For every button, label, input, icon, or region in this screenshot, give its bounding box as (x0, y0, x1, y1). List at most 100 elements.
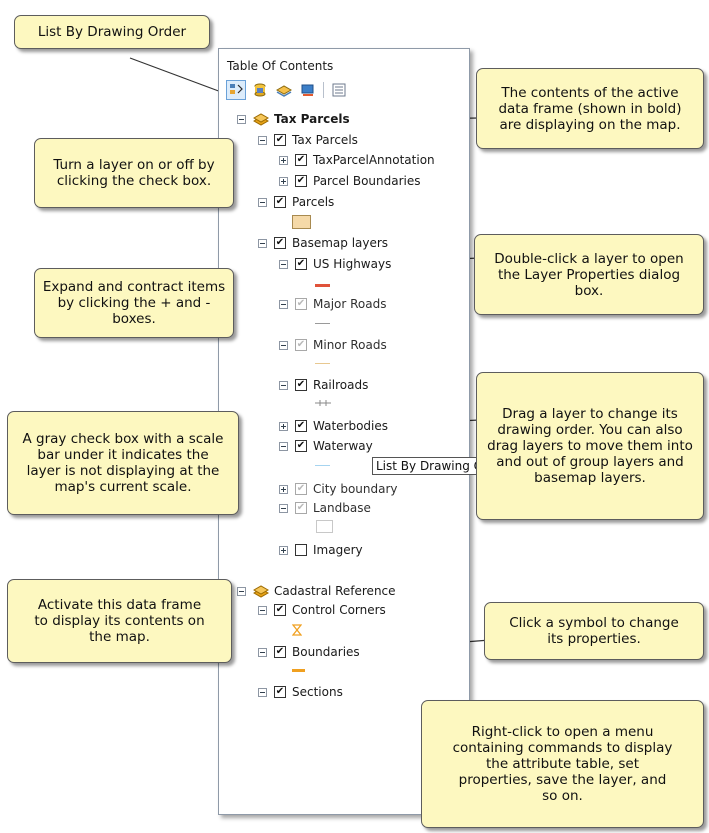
layer-checkbox[interactable]: ✔ (274, 686, 286, 698)
layer-checkbox-gray[interactable]: ✔ (295, 483, 307, 495)
layer-checkbox[interactable]: ✔ (274, 134, 286, 146)
callout-double-click: Double-click a layer to open the Layer P… (474, 234, 704, 315)
railroad-symbol[interactable] (315, 400, 331, 406)
tree-label: Boundaries (292, 645, 360, 659)
callout-drag-layer: Drag a layer to change its drawing order… (476, 372, 704, 520)
tree-label: Landbase (313, 501, 371, 515)
selection-icon[interactable] (299, 81, 317, 99)
list-drawing-order-icon[interactable] (226, 80, 246, 100)
expand-box[interactable] (279, 176, 288, 186)
major-roads-symbol[interactable] (315, 323, 330, 324)
tree-label: Railroads (313, 378, 369, 392)
tree-item-tax-parcels-frame[interactable]: Tax Parcels (237, 111, 350, 127)
callout-active-frame: The contents of the active data frame (s… (476, 68, 704, 149)
callout-click-symbol: Click a symbol to change its properties. (484, 602, 704, 660)
tree-item-railroads[interactable]: ✔ Railroads (279, 377, 368, 393)
collapse-box[interactable] (258, 687, 267, 697)
tree-label: Tax Parcels (292, 133, 358, 147)
layer-checkbox[interactable]: ✔ (295, 175, 307, 187)
layer-checkbox-gray[interactable]: ✔ (295, 339, 307, 351)
expand-box[interactable] (279, 421, 288, 431)
collapse-box[interactable] (237, 586, 246, 596)
layer-checkbox[interactable]: ✔ (274, 604, 286, 616)
expand-box[interactable] (279, 484, 288, 494)
tree-label: Cadastral Reference (274, 584, 396, 598)
toc-toolbar (226, 80, 348, 100)
tree-item-cadastral-frame[interactable]: Cadastral Reference (237, 583, 396, 599)
collapse-box[interactable] (279, 259, 288, 269)
callout-turn-on-off: Turn a layer on or off by clicking the c… (34, 138, 234, 208)
tree-item-parcels[interactable]: ✔ Parcels (258, 194, 334, 210)
layer-checkbox[interactable]: ✔ (295, 379, 307, 391)
parcel-symbol[interactable] (292, 215, 311, 229)
layer-checkbox-gray[interactable]: ✔ (295, 502, 307, 514)
layer-checkbox[interactable]: ✔ (274, 237, 286, 249)
collapse-box[interactable] (258, 605, 267, 615)
layer-checkbox[interactable]: ✔ (295, 420, 307, 432)
highway-symbol[interactable] (315, 284, 330, 287)
tree-item-minor-roads[interactable]: ✔ Minor Roads (279, 337, 387, 353)
tree-label: Parcel Boundaries (313, 174, 421, 188)
tree-label: Minor Roads (313, 338, 387, 352)
tree-item-tax-parcels-group[interactable]: ✔ Tax Parcels (258, 132, 358, 148)
tree-item-waterbodies[interactable]: ✔ Waterbodies (279, 418, 388, 434)
layer-checkbox[interactable]: ✔ (295, 258, 307, 270)
control-corner-symbol[interactable] (292, 624, 302, 636)
expand-box[interactable] (279, 155, 288, 165)
landbase-symbol[interactable] (316, 520, 333, 533)
callout-list-by-drawing-order: List By Drawing Order (14, 15, 210, 49)
tree-label: Parcels (292, 195, 335, 209)
callout-right-click: Right-click to open a menu containing co… (421, 700, 704, 828)
layer-checkbox[interactable]: ✔ (274, 196, 286, 208)
tree-label: Waterbodies (313, 419, 389, 433)
tree-label: Control Corners (292, 603, 386, 617)
layers-visibility-icon[interactable] (275, 81, 293, 99)
tree-item-sections[interactable]: ✔ Sections (258, 684, 343, 700)
tree-label: US Highways (313, 257, 392, 271)
tree-item-parcel-boundaries[interactable]: ✔ Parcel Boundaries (279, 173, 421, 189)
minor-roads-symbol[interactable] (315, 363, 330, 364)
collapse-box[interactable] (279, 299, 288, 309)
collapse-box[interactable] (279, 340, 288, 350)
collapse-box[interactable] (258, 135, 267, 145)
tree-item-boundaries[interactable]: ✔ Boundaries (258, 644, 360, 660)
expand-box[interactable] (279, 545, 288, 555)
tree-item-city-boundary[interactable]: ✔ City boundary (279, 481, 398, 497)
toc-title: Table Of Contents (227, 59, 334, 73)
tree-label: Sections (292, 685, 343, 699)
collapse-box[interactable] (279, 380, 288, 390)
tree-item-major-roads[interactable]: ✔ Major Roads (279, 296, 387, 312)
layer-checkbox[interactable]: ✔ (274, 646, 286, 658)
layer-checkbox[interactable]: ✔ (295, 440, 307, 452)
tree-label: Basemap layers (292, 236, 389, 250)
data-frame-icon (253, 585, 269, 598)
boundaries-symbol[interactable] (292, 669, 305, 672)
collapse-box[interactable] (258, 647, 267, 657)
options-icon[interactable] (330, 81, 348, 99)
tree-item-basemap-layers[interactable]: ✔ Basemap layers (258, 235, 388, 251)
collapse-box[interactable] (258, 238, 267, 248)
tree-item-imagery[interactable]: Imagery (279, 542, 363, 558)
tree-item-control-corners[interactable]: ✔ Control Corners (258, 602, 386, 618)
layer-checkbox-gray[interactable]: ✔ (295, 298, 307, 310)
tree-label: Major Roads (313, 297, 387, 311)
collapse-box[interactable] (237, 114, 246, 124)
tree-label: Waterway (313, 439, 373, 453)
tree-label: Tax Parcels (274, 112, 350, 126)
tree-item-waterway[interactable]: ✔ Waterway (279, 438, 373, 454)
callout-gray-check: A gray check box with a scale bar under … (7, 411, 239, 515)
waterway-symbol[interactable] (315, 465, 330, 466)
collapse-box[interactable] (279, 503, 288, 513)
layer-checkbox[interactable]: ✔ (295, 154, 307, 166)
collapse-box[interactable] (258, 197, 267, 207)
database-icon[interactable] (251, 81, 269, 99)
collapse-box[interactable] (279, 441, 288, 451)
data-frame-icon (253, 113, 269, 126)
layer-checkbox[interactable] (295, 544, 307, 556)
tree-label: TaxParcelAnnotation (313, 153, 435, 167)
callout-activate-frame: Activate this data frame to display its … (7, 579, 232, 663)
tree-item-landbase[interactable]: ✔ Landbase (279, 500, 371, 516)
tree-item-taxparcelannotation[interactable]: ✔ TaxParcelAnnotation (279, 152, 435, 168)
tree-label: Imagery (313, 543, 363, 557)
tree-item-us-highways[interactable]: ✔ US Highways (279, 256, 391, 272)
